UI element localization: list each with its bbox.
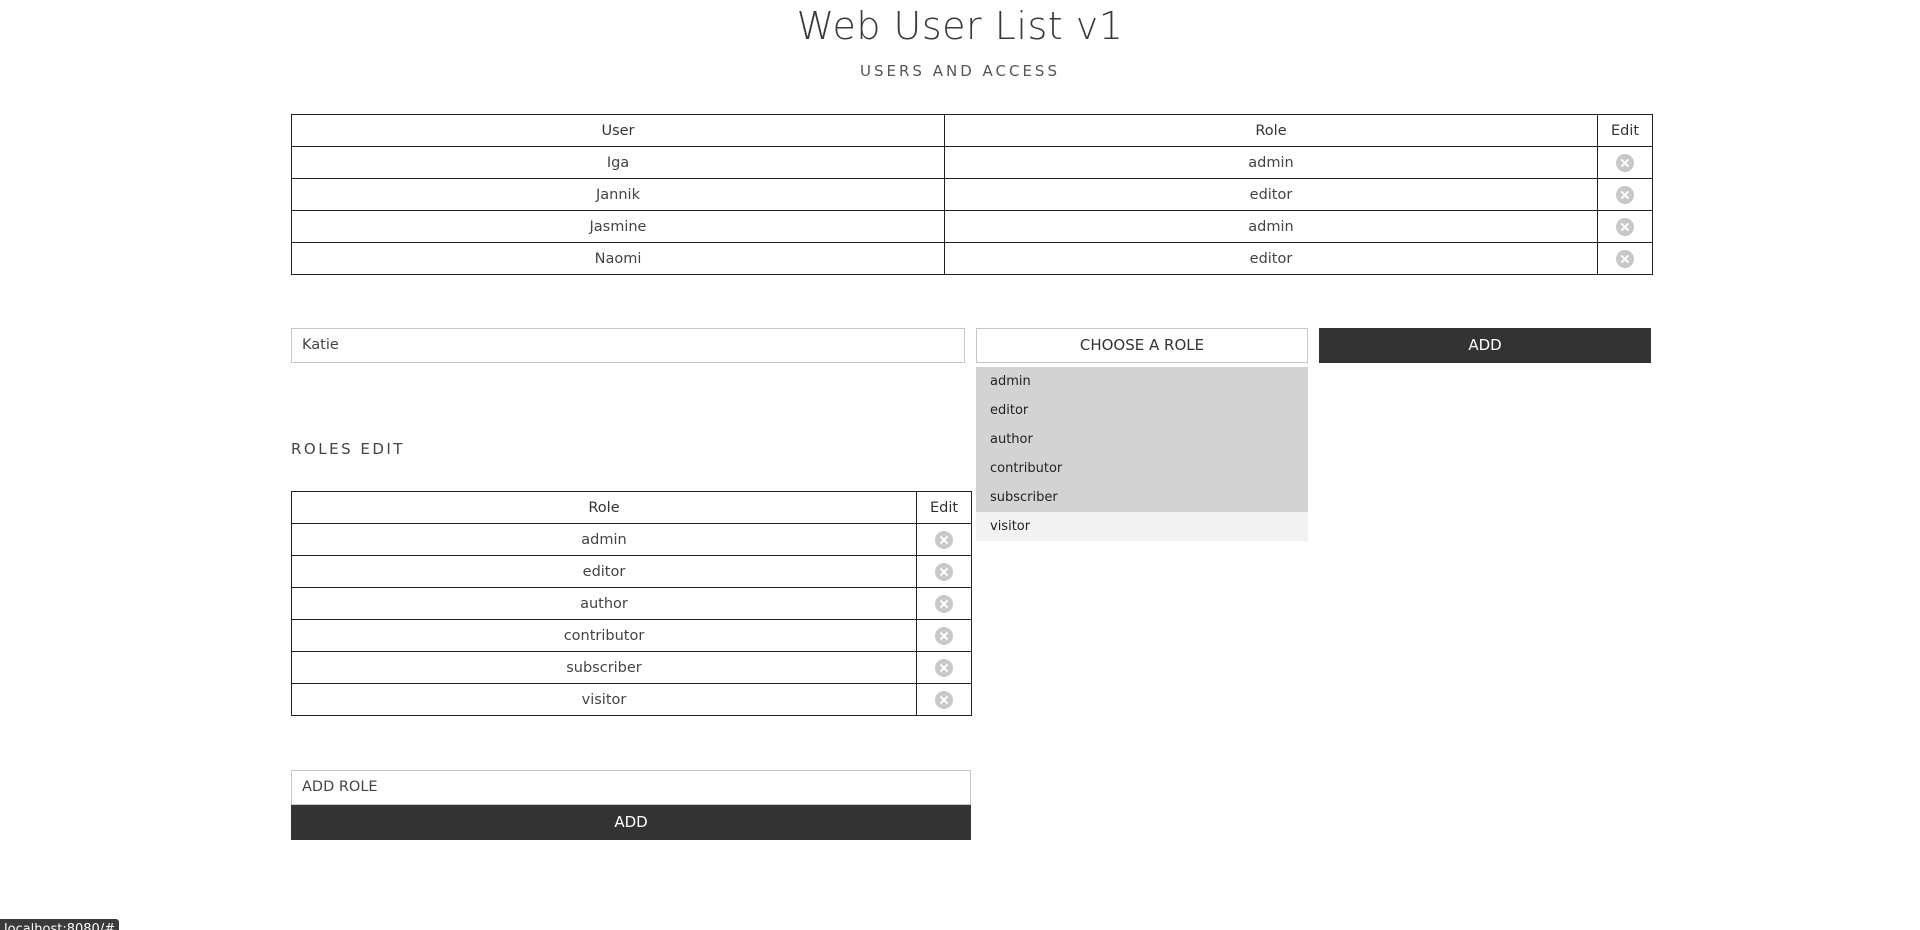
close-circle-icon[interactable] xyxy=(935,594,953,613)
role-name-cell: visitor xyxy=(291,683,917,716)
column-header-edit: Edit xyxy=(916,491,972,524)
column-header-user: User xyxy=(291,114,945,147)
close-circle-icon[interactable] xyxy=(935,690,953,709)
close-circle-icon[interactable] xyxy=(935,530,953,549)
add-user-button[interactable]: ADD xyxy=(1319,328,1651,363)
user-name-cell: Naomi xyxy=(291,242,945,275)
table-row: visitor xyxy=(291,683,972,716)
edit-cell xyxy=(916,555,972,588)
close-circle-icon[interactable] xyxy=(935,658,953,677)
table-row: contributor xyxy=(291,619,972,652)
edit-cell xyxy=(1597,242,1653,275)
role-option[interactable]: editor xyxy=(976,396,1308,425)
add-role-input[interactable]: ADD ROLE xyxy=(291,770,971,805)
column-header-role: Role xyxy=(291,491,917,524)
choose-role-select[interactable]: CHOOSE A ROLE xyxy=(976,328,1308,363)
role-option[interactable]: author xyxy=(976,425,1308,454)
user-role-cell: editor xyxy=(944,242,1598,275)
table-row: Jasmine admin xyxy=(291,210,1653,243)
table-row: subscriber xyxy=(291,651,972,684)
roles-table: Role Edit admin editor author contributo… xyxy=(291,491,972,716)
edit-cell xyxy=(916,683,972,716)
table-row: Naomi editor xyxy=(291,242,1653,275)
users-table-header: User Role Edit xyxy=(291,114,1653,147)
page: Web User List v1 USERS AND ACCESS User R… xyxy=(0,0,1920,930)
edit-cell xyxy=(1597,146,1653,179)
edit-cell xyxy=(916,587,972,620)
close-circle-icon[interactable] xyxy=(1616,153,1634,172)
roles-edit-heading: ROLES EDIT xyxy=(291,440,405,458)
role-name-cell: contributor xyxy=(291,619,917,652)
role-dropdown-list: admin editor author contributor subscrib… xyxy=(976,367,1308,541)
page-subtitle: USERS AND ACCESS xyxy=(860,62,1060,80)
role-option[interactable]: subscriber xyxy=(976,483,1308,512)
user-name-input[interactable]: Katie xyxy=(291,328,965,363)
role-name-cell: editor xyxy=(291,555,917,588)
add-role-button[interactable]: ADD xyxy=(291,805,971,840)
role-option[interactable]: contributor xyxy=(976,454,1308,483)
role-name-cell: author xyxy=(291,587,917,620)
close-circle-icon[interactable] xyxy=(1616,185,1634,204)
edit-cell xyxy=(916,523,972,556)
status-bar-url: localhost:8080/# xyxy=(0,919,120,930)
column-header-role: Role xyxy=(944,114,1598,147)
user-name-cell: Jasmine xyxy=(291,210,945,243)
role-name-cell: subscriber xyxy=(291,651,917,684)
user-role-cell: admin xyxy=(944,210,1598,243)
table-row: editor xyxy=(291,555,972,588)
role-option[interactable]: admin xyxy=(976,367,1308,396)
edit-cell xyxy=(1597,210,1653,243)
user-name-cell: Iga xyxy=(291,146,945,179)
table-row: author xyxy=(291,587,972,620)
role-option[interactable]: visitor xyxy=(976,512,1308,541)
column-header-edit: Edit xyxy=(1597,114,1653,147)
edit-cell xyxy=(916,619,972,652)
close-circle-icon[interactable] xyxy=(1616,249,1634,268)
table-row: admin xyxy=(291,523,972,556)
users-table: User Role Edit Iga admin Jannik editor J… xyxy=(291,114,1653,275)
edit-cell xyxy=(1597,178,1653,211)
role-name-cell: admin xyxy=(291,523,917,556)
page-title: Web User List v1 xyxy=(796,4,1124,48)
table-row: Jannik editor xyxy=(291,178,1653,211)
roles-table-header: Role Edit xyxy=(291,491,972,524)
user-role-cell: editor xyxy=(944,178,1598,211)
close-circle-icon[interactable] xyxy=(935,626,953,645)
user-role-cell: admin xyxy=(944,146,1598,179)
edit-cell xyxy=(916,651,972,684)
table-row: Iga admin xyxy=(291,146,1653,179)
user-name-cell: Jannik xyxy=(291,178,945,211)
close-circle-icon[interactable] xyxy=(1616,217,1634,236)
close-circle-icon[interactable] xyxy=(935,562,953,581)
